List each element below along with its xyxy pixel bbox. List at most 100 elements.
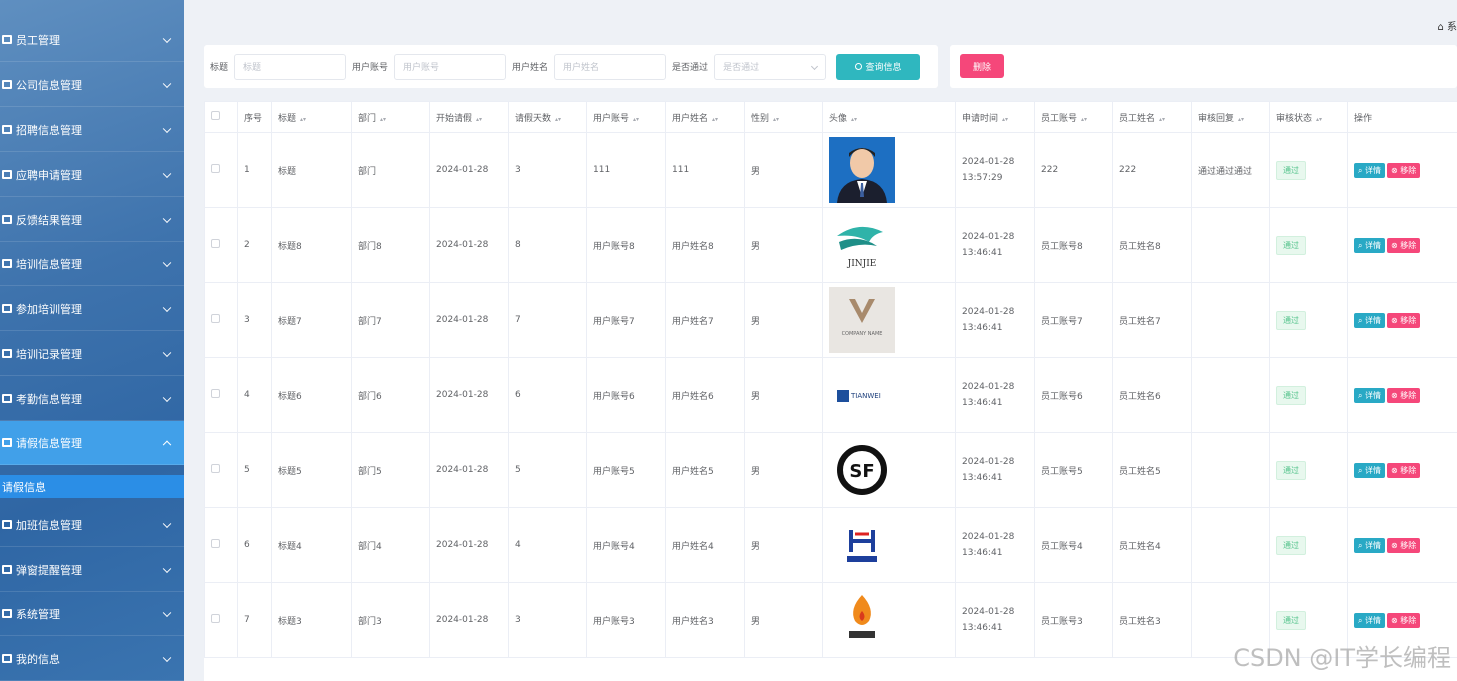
placeholder: 是否通过: [723, 63, 760, 73]
column-header[interactable]: 用户姓名 ▴▾: [665, 101, 745, 133]
sort-icon[interactable]: ▴▾: [773, 116, 779, 123]
sidebar-item-3[interactable]: 应聘申请管理: [0, 153, 184, 197]
detail-button[interactable]: ⌕ 详情: [1354, 537, 1386, 553]
table-row[interactable]: 4 标题6 部门6 2024-01-28 6 用户账号6 用户姓名6 男 TIANWEI 2024…: [204, 357, 1457, 433]
remove-button[interactable]: ⊗ 移除: [1387, 237, 1421, 253]
cell-status: 通过: [1269, 282, 1348, 358]
sidebar-item-8[interactable]: 考勤信息管理: [0, 377, 184, 421]
sidebar-item-1[interactable]: 公司信息管理: [0, 63, 184, 107]
cell-text: 标题4: [278, 541, 302, 552]
sidebar-item-11[interactable]: 弹窗提醒管理: [0, 548, 184, 592]
sidebar-item-12[interactable]: 系统管理: [0, 592, 184, 636]
column-header[interactable]: 员工账号 ▴▾: [1034, 101, 1113, 133]
search-account-input[interactable]: 用户账号: [394, 53, 507, 80]
sort-icon[interactable]: ▴▾: [1002, 116, 1008, 123]
cell-text: 2024-01-28 13:46:41: [962, 457, 1015, 483]
delete-button[interactable]: 删除: [960, 54, 1004, 78]
sort-icon[interactable]: ▴▾: [1081, 116, 1087, 123]
sort-icon[interactable]: ▴▾: [300, 116, 306, 123]
svg-text:TIANWEI: TIANWEI: [850, 392, 881, 400]
search-name-input[interactable]: 用户姓名: [554, 53, 667, 80]
cell-text: 用户账号6: [593, 391, 635, 402]
column-header[interactable]: 操作: [1347, 101, 1457, 133]
column-header[interactable]: 性别 ▴▾: [744, 101, 823, 133]
sort-icon[interactable]: ▴▾: [555, 116, 561, 123]
table-row[interactable]: 2 标题8 部门8 2024-01-28 8 用户账号8 用户姓名8 男 JINJIE 2024-…: [204, 207, 1457, 283]
cell-name: 用户姓名5: [665, 432, 745, 508]
cell-dept: 部门8: [351, 207, 430, 283]
column-header[interactable]: 请假天数 ▴▾: [508, 101, 587, 133]
sidebar-item-13[interactable]: 我的信息: [0, 637, 184, 681]
cell-text: 员工账号7: [1041, 316, 1083, 327]
sidebar-item-5[interactable]: 培训信息管理: [0, 242, 184, 286]
search-icon: ⌕: [1358, 240, 1366, 250]
detail-button[interactable]: ⌕ 详情: [1354, 162, 1386, 178]
row-checkbox[interactable]: [211, 539, 220, 548]
column-header[interactable]: 用户账号 ▴▾: [586, 101, 666, 133]
detail-button[interactable]: ⌕ 详情: [1354, 387, 1386, 403]
sidebar-item-2[interactable]: 招聘信息管理: [0, 108, 184, 152]
remove-button[interactable]: ⊗ 移除: [1387, 387, 1421, 403]
select-all-checkbox[interactable]: [211, 111, 220, 120]
cell-text: 2024-01-28 13:46:41: [962, 307, 1015, 333]
sort-icon[interactable]: ▴▾: [1159, 116, 1165, 123]
column-header[interactable]: 申请时间 ▴▾: [955, 101, 1035, 133]
row-checkbox[interactable]: [211, 614, 220, 623]
row-checkbox[interactable]: [211, 464, 220, 473]
sort-icon[interactable]: ▴▾: [1316, 116, 1322, 123]
column-header[interactable]: 审核状态 ▴▾: [1269, 101, 1348, 133]
cell-avatar: COMPANY NAME: [822, 282, 956, 358]
chevron-icon: [162, 79, 172, 88]
row-checkbox[interactable]: [211, 164, 220, 173]
cell-text: 标题5: [278, 466, 302, 477]
sidebar-item-7[interactable]: 培训记录管理: [0, 332, 184, 376]
sidebar-item-10[interactable]: 加班信息管理: [0, 503, 184, 547]
remove-button[interactable]: ⊗ 移除: [1387, 462, 1421, 478]
search-button[interactable]: 查询信息: [836, 53, 921, 80]
detail-button[interactable]: ⌕ 详情: [1354, 237, 1386, 253]
column-header[interactable]: 部门 ▴▾: [351, 101, 430, 133]
remove-button[interactable]: ⊗ 移除: [1387, 537, 1421, 553]
column-header[interactable]: 审核回复 ▴▾: [1191, 101, 1270, 133]
cell-gender: 男: [744, 132, 823, 208]
sort-icon[interactable]: ▴▾: [380, 116, 386, 123]
cell-avatar: [822, 132, 956, 208]
remove-button[interactable]: ⊗ 移除: [1387, 162, 1421, 178]
column-header[interactable]: 员工姓名 ▴▾: [1112, 101, 1192, 133]
sidebar-item-9[interactable]: 请假信息管理: [0, 421, 184, 465]
column-header[interactable]: 标题 ▴▾: [271, 101, 352, 133]
row-checkbox[interactable]: [211, 389, 220, 398]
sidebar-item-0[interactable]: 员工管理: [0, 18, 184, 62]
sidebar-subitem-leave-info[interactable]: 请假信息: [0, 475, 184, 498]
detail-button[interactable]: ⌕ 详情: [1354, 612, 1386, 628]
detail-button[interactable]: ⌕ 详情: [1354, 312, 1386, 328]
search-title-input[interactable]: 标题: [234, 53, 347, 80]
sidebar-item-4[interactable]: 反馈结果管理: [0, 198, 184, 242]
table-row[interactable]: 1 标题 部门 2024-01-28 3 111 111 男 2024-01-28 13:57:…: [204, 132, 1457, 208]
detail-label: 详情: [1365, 165, 1382, 175]
column-header[interactable]: 开始请假 ▴▾: [429, 101, 509, 133]
remove-button[interactable]: ⊗ 移除: [1387, 312, 1421, 328]
row-checkbox[interactable]: [211, 239, 220, 248]
column-header[interactable]: 头像 ▴▾: [822, 101, 956, 133]
sort-icon[interactable]: ▴▾: [1238, 116, 1244, 123]
remove-button[interactable]: ⊗ 移除: [1387, 612, 1421, 628]
table-row[interactable]: 5 标题5 部门5 2024-01-28 5 用户账号5 用户姓名5 男 SF 2024-01-2…: [204, 432, 1457, 508]
column-header[interactable]: 序号: [237, 101, 272, 133]
cell-title: 标题4: [271, 507, 352, 583]
table-row[interactable]: 6 标题4 部门4 2024-01-28 4 用户账号4 用户姓名4 男 2024-01-28 …: [204, 507, 1457, 583]
cell-text: 用户账号7: [593, 316, 635, 327]
search-pass-select[interactable]: 是否通过: [714, 53, 827, 80]
chevron-icon: [162, 258, 172, 267]
sort-icon[interactable]: ▴▾: [476, 116, 482, 123]
sort-icon[interactable]: ▴▾: [851, 116, 857, 123]
cell-no: 3: [237, 282, 272, 358]
sort-icon[interactable]: ▴▾: [712, 116, 718, 123]
table-row[interactable]: 3 标题7 部门7 2024-01-28 7 用户账号7 用户姓名7 男 COMPANY NAM…: [204, 282, 1457, 358]
detail-button[interactable]: ⌕ 详情: [1354, 462, 1386, 478]
sidebar-item-6[interactable]: 参加培训管理: [0, 287, 184, 331]
sort-icon[interactable]: ▴▾: [633, 116, 639, 123]
cell-text: 员工姓名8: [1119, 241, 1161, 252]
cell-title: 标题7: [271, 282, 352, 358]
row-checkbox[interactable]: [211, 314, 220, 323]
